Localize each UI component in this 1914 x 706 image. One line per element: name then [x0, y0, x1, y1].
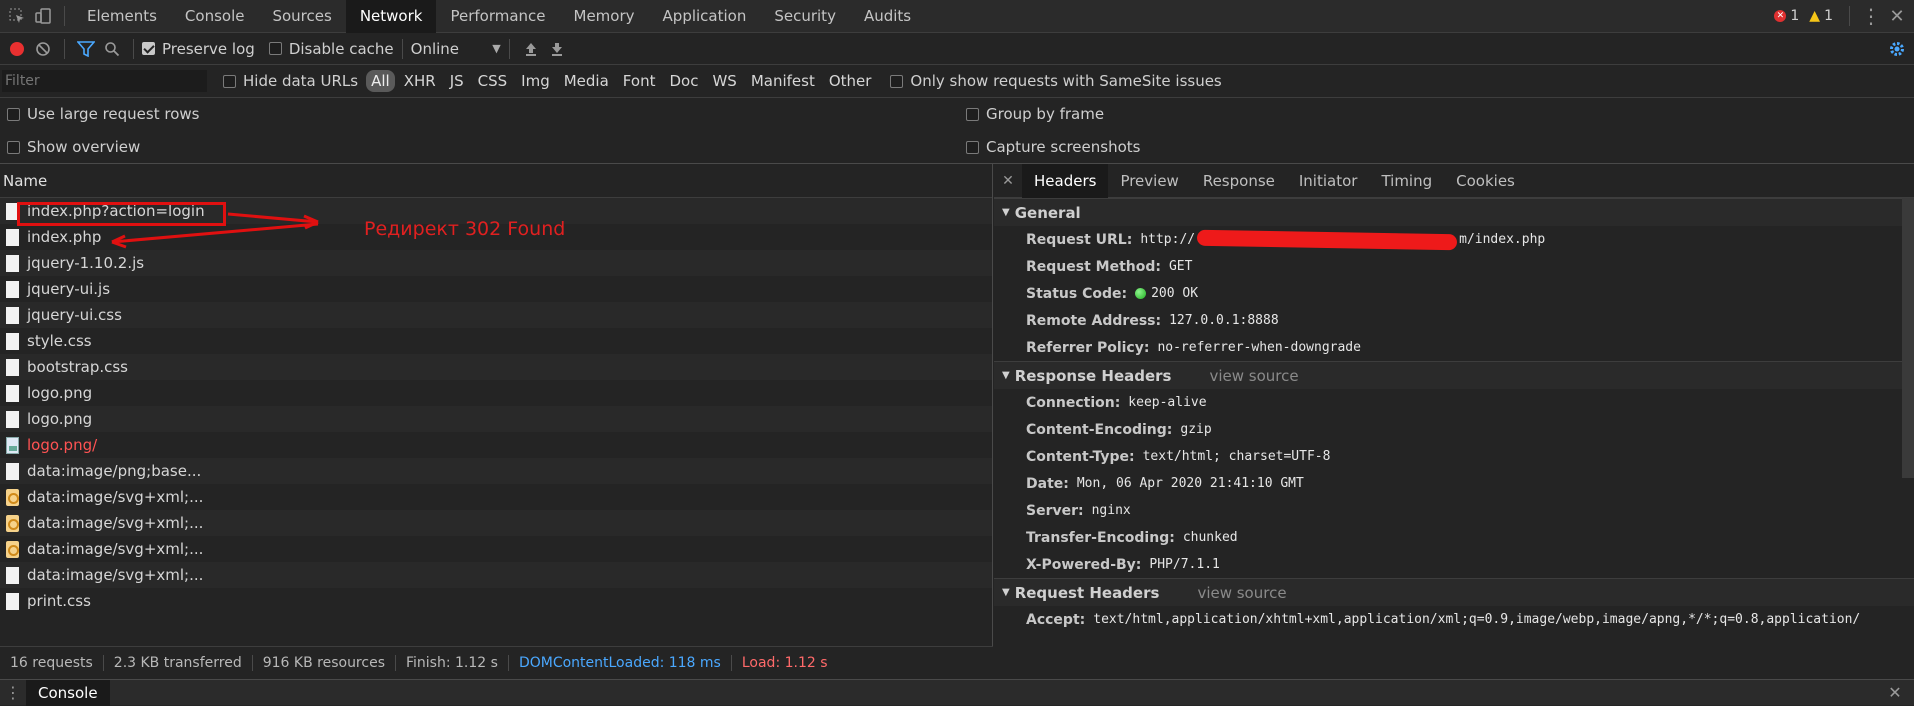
detail-tab-headers[interactable]: Headers: [1022, 163, 1109, 198]
header-value: PHP/7.1.1: [1149, 557, 1220, 572]
header-value: chunked: [1182, 530, 1238, 545]
console-drawer-tab[interactable]: Console: [26, 679, 110, 706]
general-section-header[interactable]: ▼ General: [994, 198, 1914, 226]
scrollbar[interactable]: [1902, 198, 1914, 478]
header-row: Request Method: GET: [994, 253, 1914, 280]
expand-triangle-icon: ▼: [1002, 370, 1010, 381]
view-source-link[interactable]: view source: [1210, 367, 1299, 385]
header-value: 200 OK: [1151, 286, 1199, 301]
header-row: Transfer-Encoding: chunked: [994, 524, 1914, 551]
header-row: Request URL: http:// m/index.php: [994, 226, 1914, 253]
general-rows: Request URL: http:// m/index.php Request Me…: [994, 226, 1914, 361]
header-value: Mon, 06 Apr 2020 21:41:10 GMT: [1076, 476, 1304, 491]
response-header-rows: Connection: keep-alive Content-Encoding: gz…: [994, 389, 1914, 578]
close-detail-icon[interactable]: ✕: [994, 168, 1022, 194]
header-value: keep-alive: [1128, 395, 1207, 410]
header-row: Content-Type: text/html; charset=UTF-8: [994, 443, 1914, 470]
console-drawer: ⋮ Console ✕: [0, 679, 1914, 706]
header-row: Remote Address: 127.0.0.1:8888: [994, 307, 1914, 334]
header-value: GET: [1168, 259, 1193, 274]
header-value: http://: [1140, 232, 1196, 247]
detail-tab-timing[interactable]: Timing: [1369, 164, 1444, 198]
header-name: X-Powered-By:: [1026, 556, 1142, 573]
header-value: 127.0.0.1:8888: [1169, 313, 1279, 328]
header-value: text/html; charset=UTF-8: [1142, 449, 1331, 464]
close-drawer-icon[interactable]: ✕: [1882, 680, 1908, 706]
expand-triangle-icon: ▼: [1002, 207, 1010, 218]
header-name: Request URL:: [1026, 231, 1133, 248]
detail-tab-response[interactable]: Response: [1191, 164, 1287, 198]
section-title: Response Headers: [1014, 366, 1172, 385]
request-header-rows: Accept: text/html,application/xhtml+xml,a…: [994, 606, 1914, 633]
header-name: Referrer Policy:: [1026, 339, 1150, 356]
headers-view: ▼ General Request URL: http:// m/index.php…: [994, 198, 1914, 679]
header-row: Date: Mon, 06 Apr 2020 21:41:10 GMT: [994, 470, 1914, 497]
response-headers-section-header[interactable]: ▼ Response Headers view source: [994, 361, 1914, 389]
header-row: Accept: text/html,application/xhtml+xml,a…: [994, 606, 1914, 633]
header-value: no-referrer-when-downgrade: [1157, 340, 1361, 355]
request-headers-section-header[interactable]: ▼ Request Headers view source: [994, 578, 1914, 606]
header-value: nginx: [1091, 503, 1131, 518]
header-row: Connection: keep-alive: [994, 389, 1914, 416]
header-name: Status Code:: [1026, 285, 1128, 302]
detail-tabs: ✕ Headers Preview Response Initiator Timing C…: [994, 163, 1914, 198]
header-name: Connection:: [1026, 394, 1121, 411]
header-name: Accept:: [1026, 611, 1086, 628]
drawer-menu-icon[interactable]: ⋮: [0, 680, 26, 706]
annotation-text: Редирект 302 Found: [364, 218, 566, 240]
header-row: Server: nginx: [994, 497, 1914, 524]
header-name: Content-Encoding:: [1026, 421, 1173, 438]
redacted-scribble: [1197, 229, 1458, 250]
header-row: X-Powered-By: PHP/7.1.1: [994, 551, 1914, 578]
header-name: Server:: [1026, 502, 1084, 519]
header-name: Transfer-Encoding:: [1026, 529, 1175, 546]
header-name: Content-Type:: [1026, 448, 1135, 465]
header-row: Referrer Policy: no-referrer-when-downgra…: [994, 334, 1914, 361]
detail-tab-preview[interactable]: Preview: [1108, 164, 1190, 198]
header-name: Remote Address:: [1026, 312, 1162, 329]
header-name: Date:: [1026, 475, 1069, 492]
view-source-link[interactable]: view source: [1197, 584, 1286, 602]
expand-triangle-icon: ▼: [1002, 587, 1010, 598]
detail-tab-initiator[interactable]: Initiator: [1287, 164, 1370, 198]
header-value: text/html,application/xhtml+xml,applicat…: [1093, 612, 1861, 627]
status-ok-icon: [1135, 288, 1147, 299]
header-row: Status Code: 200 OK: [994, 280, 1914, 307]
header-value: gzip: [1180, 422, 1212, 437]
header-value-tail: m/index.php: [1459, 232, 1546, 247]
section-title: Request Headers: [1014, 583, 1160, 602]
request-detail-pane: ✕ Headers Preview Response Initiator Timing C…: [994, 163, 1914, 679]
detail-tab-cookies[interactable]: Cookies: [1444, 164, 1527, 198]
section-title: General: [1014, 203, 1081, 222]
header-name: Request Method:: [1026, 258, 1161, 275]
header-row: Content-Encoding: gzip: [994, 416, 1914, 443]
